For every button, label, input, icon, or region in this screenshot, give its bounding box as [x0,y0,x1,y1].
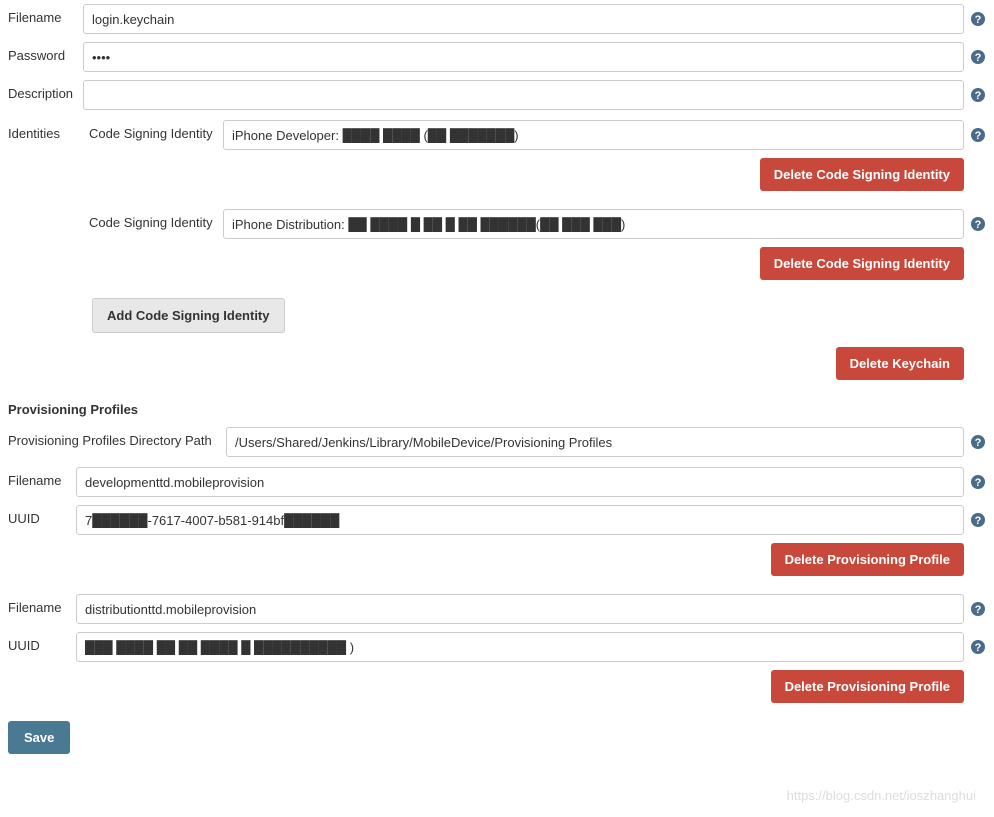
svg-text:?: ? [975,14,982,26]
password-label: Password [8,42,83,63]
profile-filename-input[interactable] [76,467,964,497]
profile-uuid-label: UUID [8,632,76,653]
profile-uuid-label: UUID [8,505,76,526]
svg-text:?: ? [975,642,982,654]
help-icon[interactable]: ? [970,601,986,617]
delete-provisioning-profile-button[interactable]: Delete Provisioning Profile [771,670,964,703]
svg-text:?: ? [975,437,982,449]
profile-uuid-input[interactable] [76,632,964,662]
provisioning-dir-label: Provisioning Profiles Directory Path [8,427,226,448]
delete-keychain-button[interactable]: Delete Keychain [836,347,964,380]
password-input[interactable] [83,42,964,72]
add-code-signing-identity-button[interactable]: Add Code Signing Identity [92,298,285,333]
code-signing-identity-label: Code Signing Identity [83,209,223,230]
provisioning-dir-input[interactable] [226,427,964,457]
svg-text:?: ? [975,604,982,616]
help-icon[interactable]: ? [970,474,986,490]
filename-input[interactable] [83,4,964,34]
watermark: https://blog.csdn.net/ioszhanghui [787,788,976,803]
profile-filename-input[interactable] [76,594,964,624]
code-signing-identity-input[interactable] [223,120,964,150]
svg-text:?: ? [975,477,982,489]
help-icon[interactable]: ? [970,434,986,450]
svg-text:?: ? [975,130,982,142]
provisioning-profiles-title: Provisioning Profiles [8,402,986,417]
description-label: Description [8,80,83,101]
svg-text:?: ? [975,52,982,64]
help-icon[interactable]: ? [970,87,986,103]
filename-label: Filename [8,4,83,25]
delete-code-signing-identity-button[interactable]: Delete Code Signing Identity [760,158,964,191]
delete-code-signing-identity-button[interactable]: Delete Code Signing Identity [760,247,964,280]
identities-label: Identities [8,120,83,298]
help-icon[interactable]: ? [970,49,986,65]
profile-filename-label: Filename [8,467,76,488]
help-icon[interactable]: ? [970,11,986,27]
svg-text:?: ? [975,90,982,102]
delete-provisioning-profile-button[interactable]: Delete Provisioning Profile [771,543,964,576]
profile-filename-label: Filename [8,594,76,615]
description-input[interactable] [83,80,964,110]
help-icon[interactable]: ? [970,639,986,655]
code-signing-identity-label: Code Signing Identity [83,120,223,141]
svg-text:?: ? [975,219,982,231]
svg-text:?: ? [975,515,982,527]
help-icon[interactable]: ? [970,512,986,528]
help-icon[interactable]: ? [970,127,986,143]
profile-uuid-input[interactable] [76,505,964,535]
code-signing-identity-input[interactable] [223,209,964,239]
help-icon[interactable]: ? [970,216,986,232]
save-button[interactable]: Save [8,721,70,754]
